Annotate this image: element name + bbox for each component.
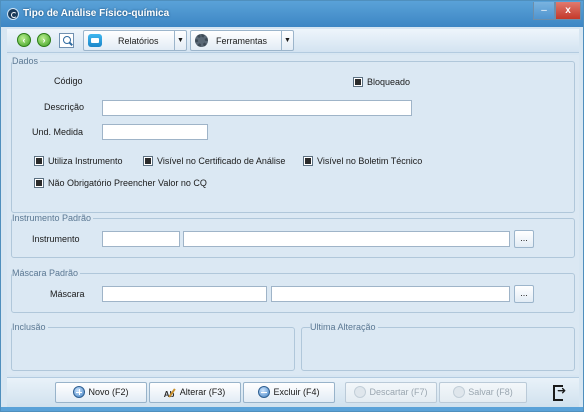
codigo-label: Código [54, 76, 83, 86]
dados-group: Dados Código Bloqueado Descrição Und. Me… [11, 56, 575, 213]
mascara-group-title: Máscara Padrão [12, 268, 81, 278]
descartar-label: Descartar (F7) [369, 387, 428, 397]
checkbox-label: Visível no Boletim Técnico [317, 156, 423, 166]
alterar-label: Alterar (F3) [179, 387, 226, 397]
ferramentas-label: Ferramentas [216, 36, 268, 46]
exit-icon[interactable] [553, 384, 567, 401]
alterar-button[interactable]: Alterar (F3) [149, 382, 241, 404]
edit-icon [164, 385, 177, 404]
mascara-lookup-button[interactable]: ... [514, 285, 534, 303]
utiliza-instrumento-checkbox[interactable]: Utiliza Instrumento [34, 156, 123, 166]
visivel-certificado-checkbox[interactable]: Visível no Certificado de Análise [143, 156, 285, 166]
window-title: Tipo de Análise Físico-química [23, 8, 170, 19]
relatorios-menu-button[interactable]: Relatórios ▼ [83, 30, 187, 51]
ultima-alteracao-group-title: Ultima Alteração [310, 322, 378, 332]
novo-button[interactable]: Novo (F2) [55, 382, 147, 403]
toolbar: ‹ › Relatórios ▼ Ferramentas ▼ [7, 29, 579, 53]
nao-obrigatorio-checkbox[interactable]: Não Obrigatório Preencher Valor no CQ [34, 178, 207, 188]
footer-action-bar: Novo (F2) Alterar (F3) Excluir (F4) Desc… [7, 377, 579, 407]
gear-icon [195, 34, 208, 47]
chevron-down-icon[interactable]: ▼ [281, 31, 293, 50]
next-arrow-icon[interactable]: › [37, 33, 51, 47]
instrumento-lookup-button[interactable]: ... [514, 230, 534, 248]
instrumento-desc-input[interactable] [183, 231, 510, 247]
checkbox-box[interactable] [303, 156, 313, 166]
bloqueado-checkbox[interactable]: Bloqueado [353, 77, 410, 87]
discard-icon [354, 386, 367, 398]
checkbox-label: Utiliza Instrumento [48, 156, 123, 166]
und-medida-input[interactable] [102, 124, 208, 140]
form-content: Dados Código Bloqueado Descrição Und. Me… [7, 55, 579, 375]
window-bottom-border [1, 407, 583, 411]
title-bar[interactable]: Tipo de Análise Físico-química – x [1, 1, 583, 27]
ferramentas-menu-button[interactable]: Ferramentas ▼ [190, 30, 294, 51]
inclusao-group-title: Inclusão [12, 322, 48, 332]
descricao-input[interactable] [102, 100, 412, 116]
visivel-boletim-checkbox[interactable]: Visível no Boletim Técnico [303, 156, 422, 166]
salvar-button[interactable]: Salvar (F8) [439, 382, 527, 403]
report-icon [88, 34, 102, 47]
minimize-button[interactable]: – [533, 2, 555, 20]
bloqueado-label: Bloqueado [367, 77, 411, 87]
checkbox-box[interactable] [34, 156, 44, 166]
und-medida-label: Und. Medida [32, 127, 84, 137]
instrumento-group-title: Instrumento Padrão [12, 213, 94, 223]
mascara-code-input[interactable] [102, 286, 267, 302]
add-icon [73, 386, 86, 398]
checkbox-label: Visível no Certificado de Análise [157, 156, 286, 166]
descartar-button[interactable]: Descartar (F7) [345, 382, 437, 403]
instrumento-label: Instrumento [32, 234, 80, 244]
dados-group-title: Dados [12, 56, 41, 66]
chevron-down-icon[interactable]: ▼ [174, 31, 186, 50]
salvar-label: Salvar (F8) [468, 387, 513, 397]
excluir-button[interactable]: Excluir (F4) [243, 382, 335, 403]
checkbox-box[interactable] [143, 156, 153, 166]
search-icon[interactable] [59, 33, 74, 48]
app-window: Tipo de Análise Físico-química – x ‹ › R… [0, 0, 584, 412]
mascara-label: Máscara [50, 289, 85, 299]
previous-arrow-icon[interactable]: ‹ [17, 33, 31, 47]
mascara-desc-input[interactable] [271, 286, 510, 302]
descricao-label: Descrição [44, 102, 85, 112]
instrumento-code-input[interactable] [102, 231, 180, 247]
novo-label: Novo (F2) [88, 387, 129, 397]
ultima-alteracao-group: Ultima Alteração [301, 322, 575, 371]
close-button[interactable]: x [555, 2, 581, 20]
checkbox-box[interactable] [34, 178, 44, 188]
checkbox-box[interactable] [353, 77, 363, 87]
remove-icon [258, 386, 271, 398]
app-logo-icon [7, 8, 19, 20]
inclusao-group: Inclusão [11, 322, 295, 371]
excluir-label: Excluir (F4) [273, 387, 320, 397]
checkbox-label: Não Obrigatório Preencher Valor no CQ [48, 178, 207, 188]
save-icon [453, 386, 466, 398]
relatorios-label: Relatórios [118, 36, 159, 46]
instrumento-group: Instrumento Padrão Instrumento ... [11, 213, 575, 258]
mascara-group: Máscara Padrão Máscara ... [11, 268, 575, 313]
